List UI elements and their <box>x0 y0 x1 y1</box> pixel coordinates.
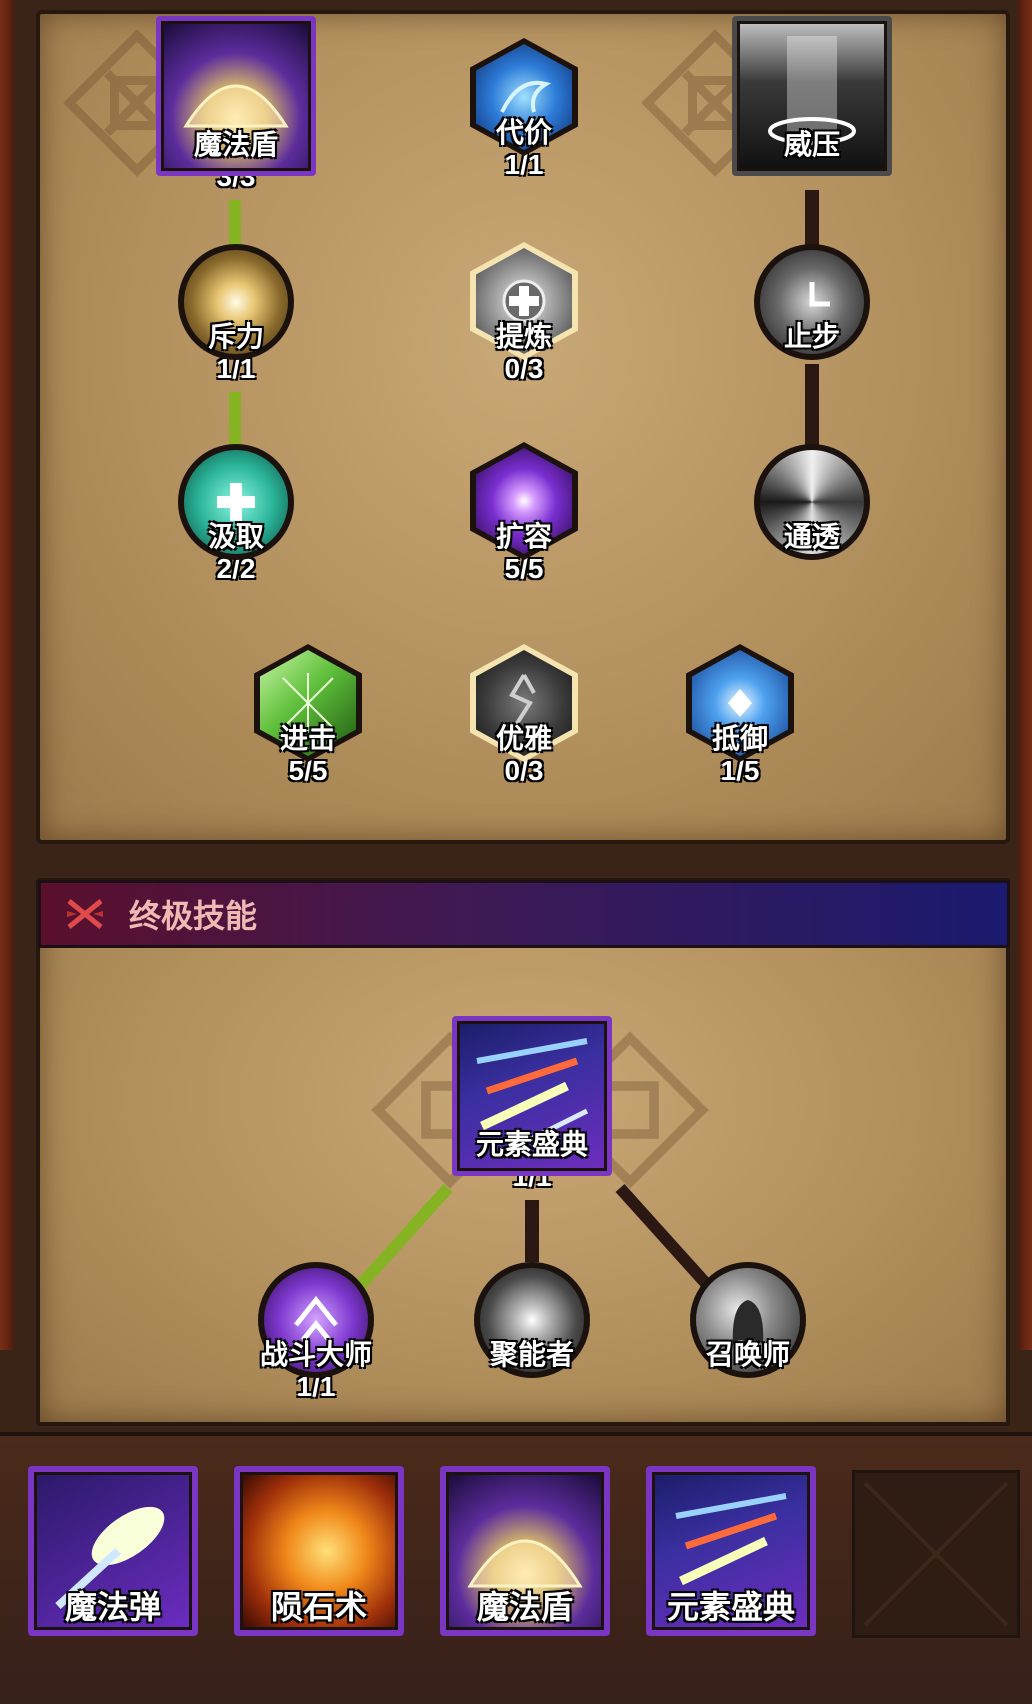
skill-name: 优雅 <box>495 723 552 754</box>
skill-bar-slot-meteor[interactable]: 陨石术 <box>234 1466 404 1636</box>
skill-name: 通透 <box>783 521 840 552</box>
ultimate-sub-node-summoner[interactable]: 召唤师 <box>668 1262 828 1378</box>
skill-name: 止步 <box>783 321 840 352</box>
skill-bar-empty-slot[interactable] <box>852 1470 1020 1638</box>
skill-name: 召唤师 <box>705 1339 790 1370</box>
ultimate-sub-node-battle-master[interactable]: 战斗大师 1/1 <box>236 1262 396 1404</box>
skill-bar-slot-magic-shield[interactable]: 魔法盾 <box>440 1466 610 1636</box>
skill-name: 提炼 <box>495 321 552 352</box>
skill-name: 斥力 <box>207 321 264 352</box>
skill-bar-label: 魔法弹 <box>64 1589 161 1625</box>
empty-slot-pattern-icon <box>863 1481 1009 1627</box>
skill-name: 战斗大师 <box>259 1339 372 1370</box>
skill-name: 魔法盾 <box>193 129 278 160</box>
skill-name: 元素盛典 <box>475 1129 588 1160</box>
skill-name: 进击 <box>279 723 336 754</box>
skill-bar-label: 元素盛典 <box>666 1589 795 1625</box>
skill-name: 威压 <box>783 129 840 160</box>
ultimate-main-node[interactable]: 元素盛典 1/1 <box>452 1016 612 1194</box>
skill-bar-slot-elemental-feast[interactable]: 元素盛典 <box>646 1466 816 1636</box>
skill-bar-label: 魔法盾 <box>476 1589 573 1625</box>
skill-bar-slot-magic-bolt[interactable]: 魔法弹 <box>28 1466 198 1636</box>
skill-name: 聚能者 <box>489 1339 574 1370</box>
skill-name: 汲取 <box>207 521 264 552</box>
skill-name: 扩容 <box>495 521 552 552</box>
skill-name: 代价 <box>495 117 552 148</box>
ultimate-sub-node-gatherer[interactable]: 聚能者 <box>452 1262 612 1378</box>
skill-bar-label: 陨石术 <box>270 1589 367 1625</box>
skill-name: 抵御 <box>711 723 768 754</box>
